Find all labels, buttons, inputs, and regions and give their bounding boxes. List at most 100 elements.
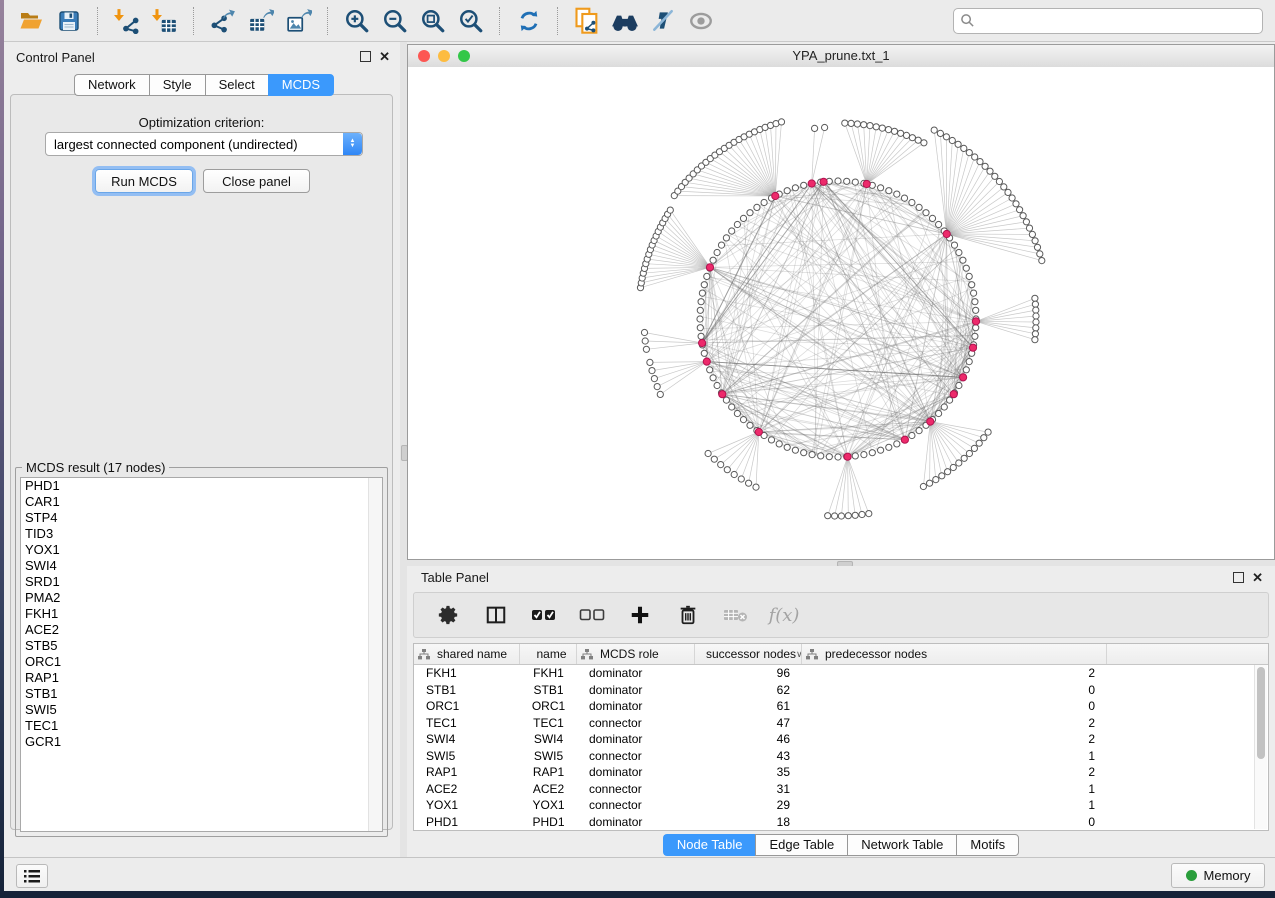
table-cell: dominator <box>577 732 695 746</box>
list-item[interactable]: CAR1 <box>21 494 382 510</box>
float-panel-icon[interactable] <box>360 51 371 62</box>
table-cell: 29 <box>695 798 802 812</box>
export-network-icon[interactable] <box>206 5 240 37</box>
table-row[interactable]: FKH1FKH1dominator962 <box>414 665 1268 682</box>
search-input[interactable] <box>975 13 1256 29</box>
column-header[interactable]: MCDS role <box>577 644 695 664</box>
delete-column-icon[interactable] <box>671 599 705 631</box>
list-item[interactable]: YOX1 <box>21 542 382 558</box>
close-panel-button[interactable]: Close panel <box>203 169 310 193</box>
close-panel-icon[interactable]: ✕ <box>379 52 390 62</box>
list-item[interactable]: STP4 <box>21 510 382 526</box>
mcds-list-scrollbar[interactable] <box>368 478 382 831</box>
column-header[interactable]: successor nodes∨ <box>695 644 802 664</box>
table-row[interactable]: PHD1PHD1dominator180 <box>414 814 1268 831</box>
list-item[interactable]: SRD1 <box>21 574 382 590</box>
hide-graphics-details-icon[interactable] <box>646 5 680 37</box>
optimization-criterion-label: Optimization criterion: <box>11 115 392 130</box>
toolbar-separator <box>557 7 559 35</box>
tab-node-table[interactable]: Node Table <box>663 834 756 856</box>
export-image-icon[interactable] <box>282 5 316 37</box>
table-cell: 47 <box>695 716 802 730</box>
list-item[interactable]: PHD1 <box>21 478 382 494</box>
column-header[interactable]: predecessor nodes <box>802 644 1107 664</box>
close-panel-icon[interactable]: ✕ <box>1252 573 1263 583</box>
control-panel-title: Control Panel <box>16 50 95 65</box>
table-header-row: shared namenameMCDS rolesuccessor nodes∨… <box>414 644 1268 665</box>
list-item[interactable]: TEC1 <box>21 718 382 734</box>
float-panel-icon[interactable] <box>1233 572 1244 583</box>
zoom-out-icon[interactable] <box>378 5 412 37</box>
import-network-icon[interactable] <box>110 5 144 37</box>
table-cell: 43 <box>695 749 802 763</box>
list-item[interactable]: GCR1 <box>21 734 382 750</box>
table-options-icon[interactable] <box>431 599 465 631</box>
add-column-icon[interactable] <box>623 599 657 631</box>
network-view-window: YPA_prune.txt_1 <box>407 44 1275 560</box>
save-icon[interactable] <box>52 5 86 37</box>
list-item[interactable]: TID3 <box>21 526 382 542</box>
open-file-icon[interactable] <box>14 5 48 37</box>
tab-network-table[interactable]: Network Table <box>847 834 956 856</box>
table-cell: 2 <box>802 716 1107 730</box>
refresh-icon[interactable] <box>512 5 546 37</box>
network-graph[interactable] <box>408 67 1274 559</box>
list-item[interactable]: ACE2 <box>21 622 382 638</box>
tab-style[interactable]: Style <box>149 74 205 96</box>
table-cell: SWI4 <box>520 732 577 746</box>
scrollbar-thumb[interactable] <box>1257 667 1265 759</box>
toolbar-separator <box>499 7 501 35</box>
tab-edge-table[interactable]: Edge Table <box>755 834 847 856</box>
run-mcds-button[interactable]: Run MCDS <box>95 169 193 193</box>
list-item[interactable]: RAP1 <box>21 670 382 686</box>
table-scrollbar[interactable] <box>1254 665 1267 829</box>
table-toolbar: f(x) <box>413 592 1269 638</box>
table-row[interactable]: ORC1ORC1dominator610 <box>414 698 1268 715</box>
zoom-fit-icon[interactable] <box>416 5 450 37</box>
column-header[interactable]: name <box>520 644 577 664</box>
list-item[interactable]: FKH1 <box>21 606 382 622</box>
network-window-titlebar[interactable]: YPA_prune.txt_1 <box>408 45 1274 68</box>
table-row[interactable]: RAP1RAP1dominator352 <box>414 764 1268 781</box>
table-row[interactable]: SWI4SWI4dominator462 <box>414 731 1268 748</box>
show-graphics-details-icon[interactable] <box>684 5 718 37</box>
tab-select[interactable]: Select <box>205 74 268 96</box>
split-view-icon[interactable] <box>479 599 513 631</box>
network-search-field[interactable] <box>953 8 1263 34</box>
table-cell: connector <box>577 716 695 730</box>
log-console-button[interactable] <box>16 864 48 888</box>
list-item[interactable]: SWI4 <box>21 558 382 574</box>
table-row[interactable]: TEC1TEC1connector472 <box>414 715 1268 732</box>
zoom-in-icon[interactable] <box>340 5 374 37</box>
table-cell: 2 <box>802 666 1107 680</box>
table-row[interactable]: SWI5SWI5connector431 <box>414 748 1268 765</box>
list-item[interactable]: ORC1 <box>21 654 382 670</box>
toolbar-separator <box>97 7 99 35</box>
select-all-icon[interactable] <box>527 599 561 631</box>
search-network-icon[interactable] <box>608 5 642 37</box>
table-cell: 1 <box>802 798 1107 812</box>
tab-network[interactable]: Network <box>74 74 149 96</box>
list-item[interactable]: STB5 <box>21 638 382 654</box>
criterion-select[interactable]: largest connected component (undirected)… <box>45 132 363 156</box>
import-table-icon[interactable] <box>148 5 182 37</box>
vertical-split-divider[interactable] <box>400 42 407 858</box>
network-canvas[interactable] <box>408 67 1274 559</box>
clone-network-icon[interactable] <box>570 5 604 37</box>
list-item[interactable]: PMA2 <box>21 590 382 606</box>
zoom-selected-icon[interactable] <box>454 5 488 37</box>
table-row[interactable]: YOX1YOX1connector291 <box>414 797 1268 814</box>
table-row[interactable]: STB1STB1dominator620 <box>414 682 1268 699</box>
table-row[interactable]: ACE2ACE2connector311 <box>414 781 1268 798</box>
tab-mcds[interactable]: MCDS <box>268 74 334 96</box>
table-cell: 1 <box>802 782 1107 796</box>
tab-motifs[interactable]: Motifs <box>956 834 1019 856</box>
column-type-icon <box>418 649 430 660</box>
list-item[interactable]: SWI5 <box>21 702 382 718</box>
table-cell: SWI4 <box>414 732 520 746</box>
list-item[interactable]: STB1 <box>21 686 382 702</box>
column-header[interactable]: shared name <box>414 644 520 664</box>
deselect-all-icon[interactable] <box>575 599 609 631</box>
memory-button[interactable]: Memory <box>1171 863 1265 888</box>
export-table-icon[interactable] <box>244 5 278 37</box>
